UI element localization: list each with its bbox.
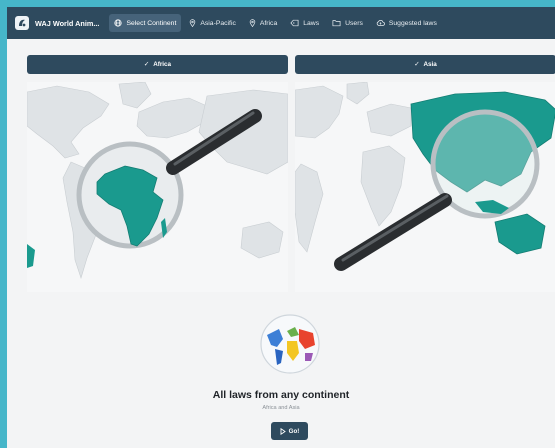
cloud-upload-icon: [376, 20, 385, 26]
logo-icon: [15, 16, 29, 30]
nav-laws[interactable]: Laws: [285, 14, 324, 32]
africa-map-card[interactable]: [27, 82, 288, 292]
magnifier-handle: [334, 193, 452, 271]
nav-select-continent[interactable]: Select Continent: [109, 14, 182, 32]
go-label: Go!: [288, 427, 300, 435]
app-window: WAJ World Anim... Select Continent Asia-…: [7, 7, 555, 448]
summary-section: All laws from any continent Africa and A…: [7, 297, 555, 448]
nav-africa[interactable]: Africa: [244, 14, 282, 32]
nav-label: Suggested laws: [388, 19, 437, 27]
select-africa-button[interactable]: ✓ Africa: [27, 55, 288, 74]
nav-asia-pacific[interactable]: Asia-Pacific: [184, 14, 241, 32]
check-icon: ✓: [143, 61, 150, 68]
folder-icon: [332, 20, 341, 27]
nav-label: Users: [345, 19, 363, 27]
app-title: WAJ World Anim...: [35, 18, 100, 28]
nav-users[interactable]: Users: [327, 14, 368, 32]
summary-headline: All laws from any continent: [212, 389, 350, 401]
nav-label: Africa: [259, 19, 278, 27]
africa-label: Africa: [153, 61, 172, 68]
brand[interactable]: WAJ World Anim...: [15, 16, 99, 30]
play-icon: [280, 427, 286, 435]
summary-subtitle: Africa and Asia: [262, 405, 300, 411]
nav-suggested-laws[interactable]: Suggested laws: [371, 14, 442, 32]
nav-label: Select Continent: [126, 19, 177, 27]
world-globe-icon: [260, 314, 320, 374]
asia-label: Asia: [423, 61, 437, 68]
globe-icon: [114, 19, 123, 27]
world-map-africa: [27, 82, 288, 279]
map-pin-icon: [190, 19, 196, 27]
tag-icon: [290, 19, 299, 27]
go-button[interactable]: Go!: [271, 422, 308, 440]
nav-label: Laws: [303, 19, 320, 27]
world-map-asia: [295, 82, 555, 271]
top-navbar: WAJ World Anim... Select Continent Asia-…: [7, 7, 555, 39]
check-icon: ✓: [414, 61, 420, 68]
map-pin-icon: [249, 19, 256, 27]
nav-label: Asia-Pacific: [200, 19, 236, 27]
select-asia-button[interactable]: ✓ Asia: [295, 55, 555, 74]
asia-map-card[interactable]: [295, 82, 555, 292]
